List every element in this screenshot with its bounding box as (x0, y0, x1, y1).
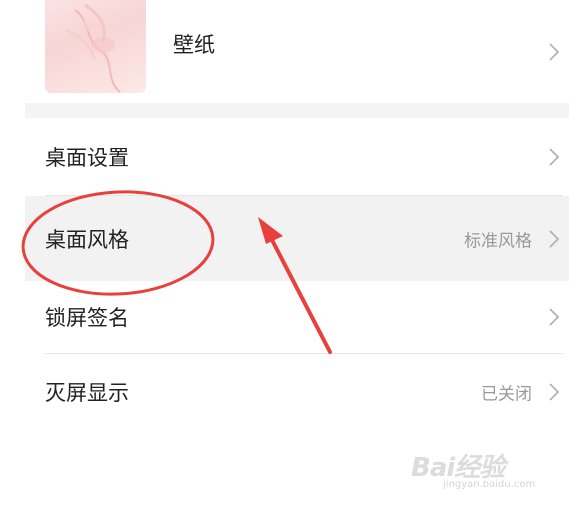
settings-screen: 壁纸 桌面设置 桌面风格 标准风格 锁屏签名 灭屏显示 已关闭 Bai经验 ji… (0, 0, 569, 506)
chevron-right-icon (549, 308, 560, 326)
desktop-style-row[interactable]: 桌面风格 标准风格 (25, 196, 569, 281)
wallpaper-row[interactable]: 壁纸 (25, 0, 569, 103)
screen-off-display-row[interactable]: 灭屏显示 已关闭 (25, 354, 569, 430)
desktop-settings-row[interactable]: 桌面设置 (25, 118, 569, 196)
row-value: 标准风格 (464, 231, 532, 251)
watermark-url: jingyan.baidu.com (443, 479, 536, 490)
wallpaper-label: 壁纸 (173, 33, 215, 57)
flower-image (64, 3, 121, 93)
chevron-right-icon (549, 229, 560, 248)
row-label: 桌面风格 (45, 227, 129, 252)
section-gap (25, 103, 569, 118)
row-label: 桌面设置 (45, 146, 129, 170)
row-label: 锁屏签名 (45, 306, 129, 330)
lock-screen-signature-row[interactable]: 锁屏签名 (25, 281, 569, 353)
row-label: 灭屏显示 (45, 381, 129, 405)
row-value: 已关闭 (481, 384, 532, 405)
chevron-right-icon (549, 383, 560, 401)
chevron-right-icon (549, 148, 560, 166)
chevron-right-icon (549, 43, 560, 61)
baidu-watermark: Bai经验 jingyan.baidu.com (411, 445, 551, 495)
wallpaper-thumbnail[interactable] (45, 0, 146, 93)
